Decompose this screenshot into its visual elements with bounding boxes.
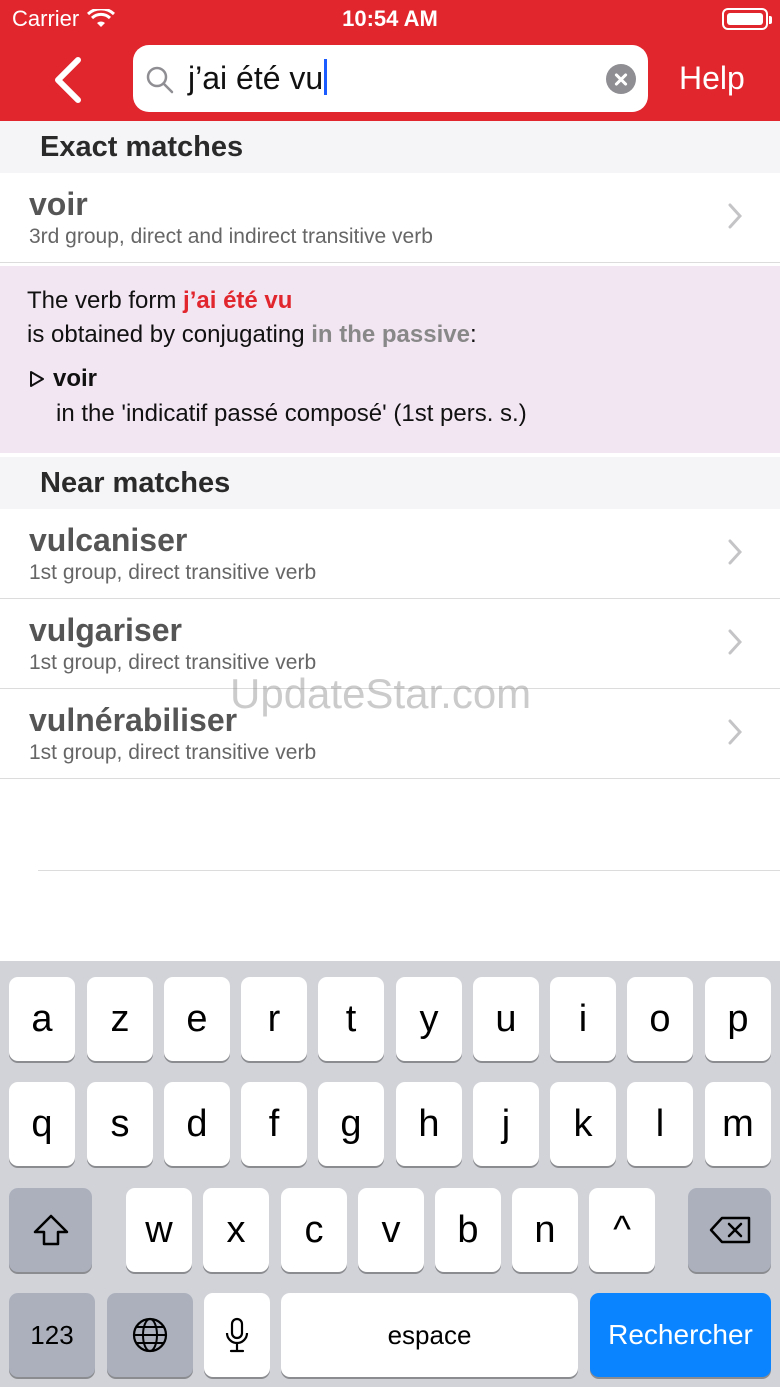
keyboard: a z e r t y u i o p q s d f g h j k l m …: [0, 961, 780, 1387]
conjugation-info: The verb form j’ai été vu is obtained by…: [0, 266, 780, 453]
info-line2-prefix: is obtained by conjugating: [27, 321, 312, 348]
key-u[interactable]: u: [473, 977, 539, 1061]
numbers-key[interactable]: 123: [9, 1293, 95, 1377]
backspace-icon: [709, 1216, 750, 1244]
key-g[interactable]: g: [318, 1082, 384, 1166]
key-w[interactable]: w: [126, 1188, 192, 1272]
dictation-key[interactable]: [204, 1293, 270, 1377]
key-f[interactable]: f: [241, 1082, 307, 1166]
info-prefix: The verb form: [27, 287, 184, 314]
search-field[interactable]: j’ai été vu: [133, 45, 648, 112]
shift-icon: [33, 1214, 68, 1246]
globe-icon: [132, 1317, 168, 1353]
delete-key[interactable]: [688, 1188, 771, 1272]
verb-infinitive: voir: [53, 365, 98, 392]
key-n[interactable]: n: [512, 1188, 578, 1272]
verb-subtitle: 1st group, direct transitive verb: [29, 741, 317, 764]
shift-key[interactable]: [9, 1188, 92, 1272]
space-key[interactable]: espace: [281, 1293, 578, 1377]
search-input[interactable]: j’ai été vu: [188, 59, 328, 97]
key-x[interactable]: x: [203, 1188, 269, 1272]
list-item-voir[interactable]: voir 3rd group, direct and indirect tran…: [0, 173, 780, 263]
battery-icon: [722, 8, 772, 30]
back-button[interactable]: [48, 56, 88, 104]
tense-detail: in the 'indicatif passé composé' (1st pe…: [56, 400, 527, 427]
key-d[interactable]: d: [164, 1082, 230, 1166]
chevron-right-icon: [728, 629, 742, 655]
info-line-1: The verb form j’ai été vu: [27, 287, 292, 315]
key-j[interactable]: j: [473, 1082, 539, 1166]
chevron-right-icon: [728, 539, 742, 565]
key-t[interactable]: t: [318, 977, 384, 1061]
info-line-2: is obtained by conjugating in the passiv…: [27, 321, 477, 349]
key-o[interactable]: o: [627, 977, 693, 1061]
help-button[interactable]: Help: [679, 60, 745, 97]
verb-entry[interactable]: voir: [29, 365, 97, 393]
key-s[interactable]: s: [87, 1082, 153, 1166]
key-circumflex[interactable]: ^: [589, 1188, 655, 1272]
verb-subtitle: 1st group, direct transitive verb: [29, 561, 317, 584]
verb-title: vulgariser: [29, 612, 182, 648]
info-colon: :: [469, 321, 477, 348]
microphone-icon: [225, 1317, 249, 1353]
key-m[interactable]: m: [705, 1082, 771, 1166]
watermark: UpdateStar.com: [230, 670, 532, 717]
globe-key[interactable]: [107, 1293, 193, 1377]
key-e[interactable]: e: [164, 977, 230, 1061]
key-l[interactable]: l: [627, 1082, 693, 1166]
search-value: j’ai été vu: [188, 60, 324, 96]
triangle-right-icon: [30, 371, 44, 387]
search-icon: [146, 66, 174, 94]
key-b[interactable]: b: [435, 1188, 501, 1272]
key-p[interactable]: p: [705, 977, 771, 1061]
section-header-near: Near matches: [0, 457, 780, 509]
list-item-vulcaniser[interactable]: vulcaniser 1st group, direct transitive …: [0, 509, 780, 599]
key-i[interactable]: i: [550, 977, 616, 1061]
section-header-exact: Exact matches: [0, 121, 780, 173]
verb-title: vulnérabiliser: [29, 702, 238, 738]
key-c[interactable]: c: [281, 1188, 347, 1272]
chevron-right-icon: [728, 719, 742, 745]
app-header: Carrier 10:54 AM j’ai été vu Help: [0, 0, 780, 121]
section-title: Near matches: [40, 467, 231, 499]
voice-label: in the passive: [311, 321, 470, 348]
key-r[interactable]: r: [241, 977, 307, 1061]
search-key[interactable]: Rechercher: [590, 1293, 771, 1377]
text-caret: [324, 59, 328, 95]
key-z[interactable]: z: [87, 977, 153, 1061]
key-y[interactable]: y: [396, 977, 462, 1061]
verb-title: voir: [29, 186, 88, 222]
verb-subtitle: 3rd group, direct and indirect transitiv…: [29, 225, 433, 248]
verb-title: vulcaniser: [29, 522, 188, 558]
status-time: 10:54 AM: [342, 6, 438, 31]
divider: [38, 870, 780, 871]
key-v[interactable]: v: [358, 1188, 424, 1272]
key-k[interactable]: k: [550, 1082, 616, 1166]
key-q[interactable]: q: [9, 1082, 75, 1166]
key-h[interactable]: h: [396, 1082, 462, 1166]
verb-form: j’ai été vu: [183, 287, 293, 314]
chevron-right-icon: [728, 203, 742, 229]
clear-search-button[interactable]: [606, 64, 636, 94]
section-title: Exact matches: [40, 131, 244, 163]
key-a[interactable]: a: [9, 977, 75, 1061]
